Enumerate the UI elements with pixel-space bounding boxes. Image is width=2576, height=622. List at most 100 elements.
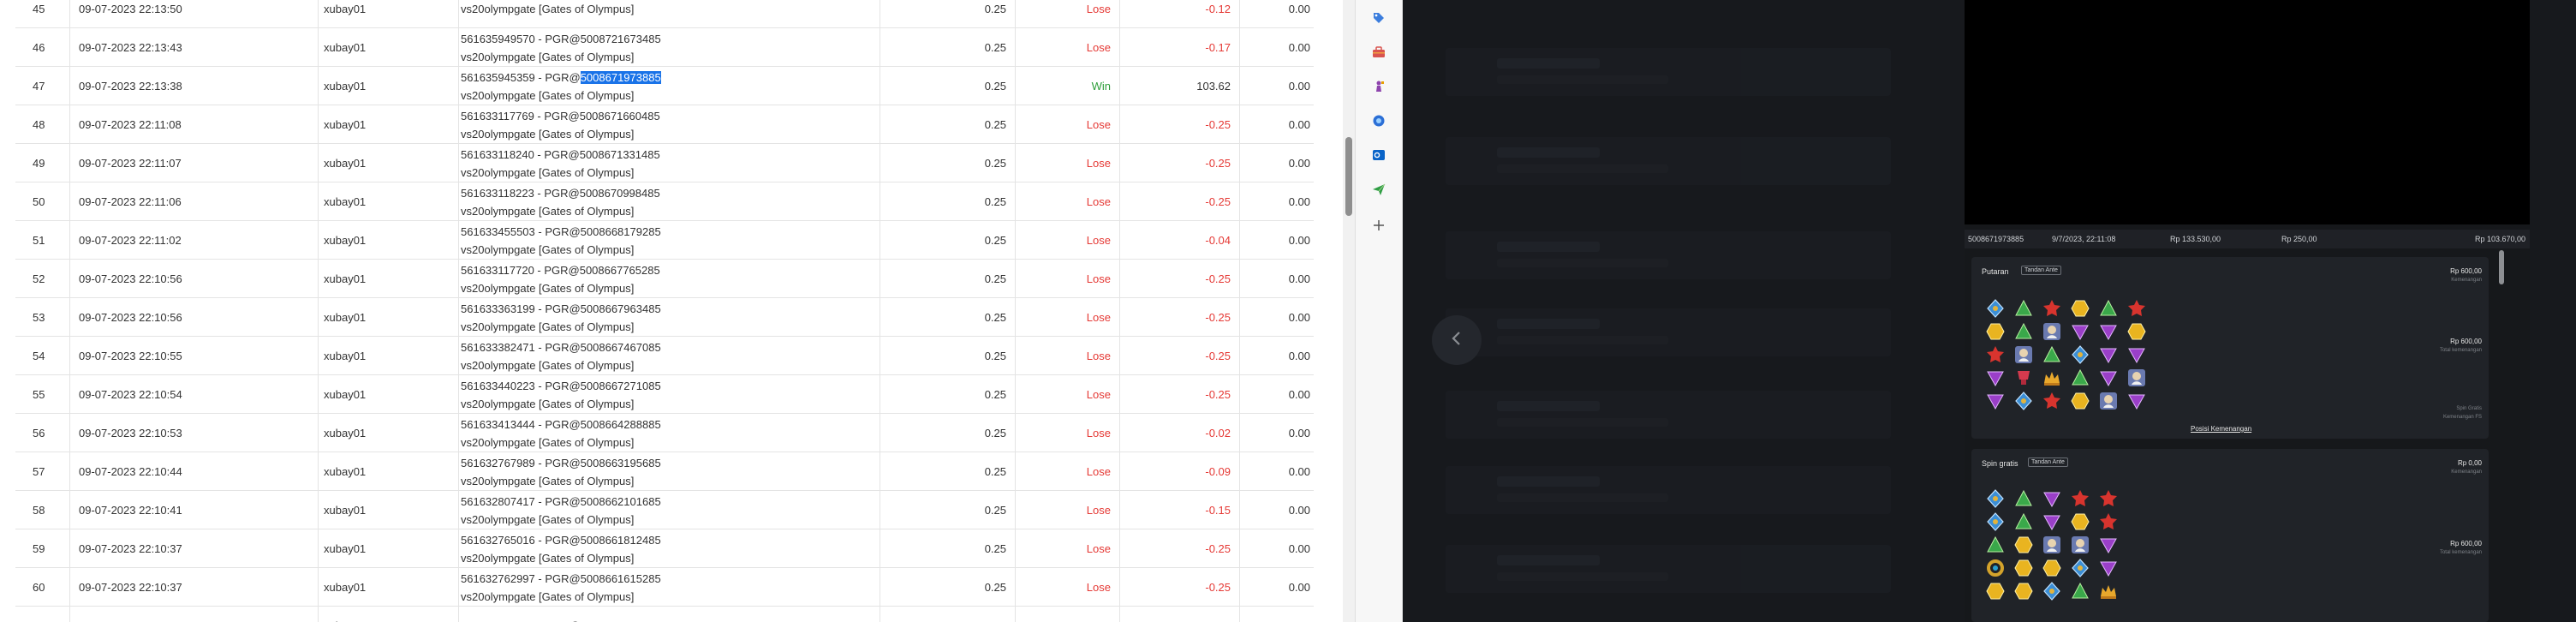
scrollbar-thumb[interactable]	[1345, 137, 1352, 216]
trx-id[interactable]: 561632765016 - PGR@5008661812485	[461, 531, 880, 549]
row-transaction: 561633118223 - PGR@5008670998485 vs20olym…	[459, 182, 880, 221]
table-row[interactable]: 59 09-07-2023 22:10:37 xubay01 561632765016…	[15, 529, 1314, 568]
purple-symbol-icon	[2042, 488, 2062, 509]
table-row[interactable]: 46 09-07-2023 22:13:43 xubay01 561635949570…	[15, 28, 1314, 67]
table-row[interactable]: 47 09-07-2023 22:13:38 xubay01 561635945359…	[15, 67, 1314, 105]
row-number: 51	[15, 221, 70, 260]
table-row[interactable]: 57 09-07-2023 22:10:44 xubay01 561632767989…	[15, 452, 1314, 491]
row-transaction: 561632765016 - PGR@5008661812485 vs20olym…	[459, 529, 880, 568]
table-scrollbar[interactable]	[1343, 0, 1355, 622]
row-balance: 0.00	[1288, 80, 1310, 93]
trx-id[interactable]: 561633117720 - PGR@5008667765285	[461, 261, 880, 279]
yellow-symbol-icon	[2070, 391, 2090, 411]
table-row[interactable]: 48 09-07-2023 22:11:08 xubay01 561633117769…	[15, 105, 1314, 144]
table-row[interactable]: 6109-07-2023 22:10:36xubay01561632761686…	[15, 607, 1314, 622]
row-date: 09-07-2023 22:11:08	[70, 105, 319, 144]
row-result: Win	[1016, 67, 1120, 105]
table-row[interactable]: 45 09-07-2023 22:13:50 xubay01 vs20olympgat…	[15, 0, 1314, 28]
round-id: 5008671973885	[1968, 235, 2024, 243]
paper-plane-icon[interactable]	[1369, 180, 1388, 199]
row-username: xubay01	[319, 28, 459, 67]
row-date: 09-07-2023 22:13:38	[70, 67, 319, 105]
trx-id[interactable]: 561633440223 - PGR@5008667271085	[461, 377, 880, 395]
purple-symbol-icon	[1985, 368, 2006, 388]
row-balance: 0.00	[1288, 504, 1310, 517]
row-transaction: 561633363199 - PGR@5008667963485 vs20olym…	[459, 298, 880, 337]
row-username: xubay01	[319, 452, 459, 491]
trx-id[interactable]: 561633118240 - PGR@5008671331485	[461, 146, 880, 164]
row-number: 60	[15, 568, 70, 607]
game-name: vs20olympgate [Gates of Olympus]	[461, 397, 635, 410]
row-number: 58	[15, 491, 70, 529]
row-profit-loss: -0.25	[1120, 529, 1240, 568]
row-bet: 0.25	[880, 375, 1016, 414]
blue-symbol-icon	[2042, 581, 2062, 601]
row-profit-loss: -0.25	[1120, 144, 1240, 182]
winning-positions-link[interactable]: Posisi Kemenangan	[2191, 425, 2251, 433]
trx-id[interactable]: 561632762997 - PGR@5008661615285	[461, 570, 880, 588]
chess-piece-icon[interactable]	[1369, 77, 1388, 96]
trx-id[interactable]: 561635949570 - PGR@5008721673485	[461, 30, 880, 48]
zeus-symbol-icon	[2098, 391, 2119, 411]
yellow-symbol-icon	[2013, 558, 2034, 578]
trx-id[interactable]: 561633117769 - PGR@5008671660485	[461, 107, 880, 125]
trx-id[interactable]: 561632807417 - PGR@5008662101685	[461, 493, 880, 511]
row-date: 09-07-2023 22:10:44	[70, 452, 319, 491]
row-result: Lose	[1016, 452, 1120, 491]
table-row[interactable]: 50 09-07-2023 22:11:06 xubay01 561633118223…	[15, 182, 1314, 221]
trx-id[interactable]: 561633363199 - PGR@5008667963485	[461, 300, 880, 318]
trx-id[interactable]: 561632767989 - PGR@5008663195685	[461, 454, 880, 472]
row-transaction: 561633117720 - PGR@5008667765285 vs20olym…	[459, 260, 880, 298]
table-row[interactable]: 60 09-07-2023 22:10:37 xubay01 561632762997…	[15, 568, 1314, 607]
row-balance: 0.00	[1288, 311, 1310, 324]
table-row[interactable]: 53 09-07-2023 22:10:56 xubay01 561633363199…	[15, 298, 1314, 337]
table-row[interactable]: 58 09-07-2023 22:10:41 xubay01 561632807417…	[15, 491, 1314, 529]
outlook-icon[interactable]	[1369, 146, 1388, 164]
table-row[interactable]: 56 09-07-2023 22:10:53 xubay01 561633413444…	[15, 414, 1314, 452]
round-balance: Rp 133.530,00	[2170, 235, 2221, 243]
game-name: vs20olympgate [Gates of Olympus]	[461, 551, 635, 565]
table-row[interactable]: 55 09-07-2023 22:10:54 xubay01 561633440223…	[15, 375, 1314, 414]
zeus-symbol-icon	[2126, 368, 2147, 388]
row-result: Lose	[1016, 221, 1120, 260]
table-row[interactable]: 51 09-07-2023 22:11:02 xubay01 561633455503…	[15, 221, 1314, 260]
trx-id-selected[interactable]: 5008671973885	[580, 70, 661, 84]
table-row[interactable]: 49 09-07-2023 22:11:07 xubay01 561633118240…	[15, 144, 1314, 182]
trx-id[interactable]: 561633413444 - PGR@5008664288885	[461, 416, 880, 434]
frame-scrollbar-thumb[interactable]	[2499, 250, 2504, 284]
row-username: xubay01	[319, 67, 459, 105]
table-row[interactable]: 52 09-07-2023 22:10:56 xubay01 561633117720…	[15, 260, 1314, 298]
row-result: Lose	[1016, 182, 1120, 221]
tag-icon[interactable]	[1369, 9, 1388, 27]
row-result: Lose	[1016, 144, 1120, 182]
trx-id-prefix[interactable]: 561635945359 - PGR@	[461, 71, 581, 84]
row-profit-loss: -0.25	[1120, 182, 1240, 221]
back-button[interactable]	[1432, 315, 1482, 365]
row-balance: 0.00	[1288, 272, 1310, 285]
spin-win-amount: Rp 600,00	[2450, 267, 2482, 275]
row-transaction: 561635949570 - PGR@5008721673485 vs20olym…	[459, 28, 880, 67]
toolbox-icon[interactable]	[1369, 43, 1388, 62]
row-username: xubay01	[319, 144, 459, 182]
row-balance: 0.00	[1288, 581, 1310, 594]
purple-symbol-icon	[2070, 321, 2090, 342]
row-balance: 0.00	[1288, 3, 1310, 15]
game-history-window: 5008671973885 9/7/2023, 22:11:08 Rp 133.…	[1403, 0, 2576, 622]
trx-id[interactable]: 561632761686 - PGR@5008661430085	[461, 617, 880, 622]
crown-symbol-icon	[2098, 581, 2119, 601]
trx-id[interactable]: 561633382471 - PGR@5008667467085	[461, 338, 880, 356]
row-profit-loss: -0.25	[1120, 260, 1240, 298]
row-bet: 0.25	[880, 491, 1016, 529]
background-list	[1403, 0, 1959, 622]
row-bet: 0.25	[880, 182, 1016, 221]
game-name: vs20olympgate [Gates of Olympus]	[461, 3, 635, 15]
row-username: xubay01	[319, 0, 459, 28]
trx-id[interactable]: 561633455503 - PGR@5008668179285	[461, 223, 880, 241]
row-username: xubay01	[319, 260, 459, 298]
green-symbol-icon	[2098, 298, 2119, 319]
table-row[interactable]: 54 09-07-2023 22:10:55 xubay01 561633382471…	[15, 337, 1314, 375]
trx-id[interactable]: 561633118223 - PGR@5008670998485	[461, 184, 880, 202]
copilot-icon[interactable]	[1369, 111, 1388, 130]
green-symbol-icon	[2070, 368, 2090, 388]
plus-icon[interactable]	[1369, 216, 1388, 235]
